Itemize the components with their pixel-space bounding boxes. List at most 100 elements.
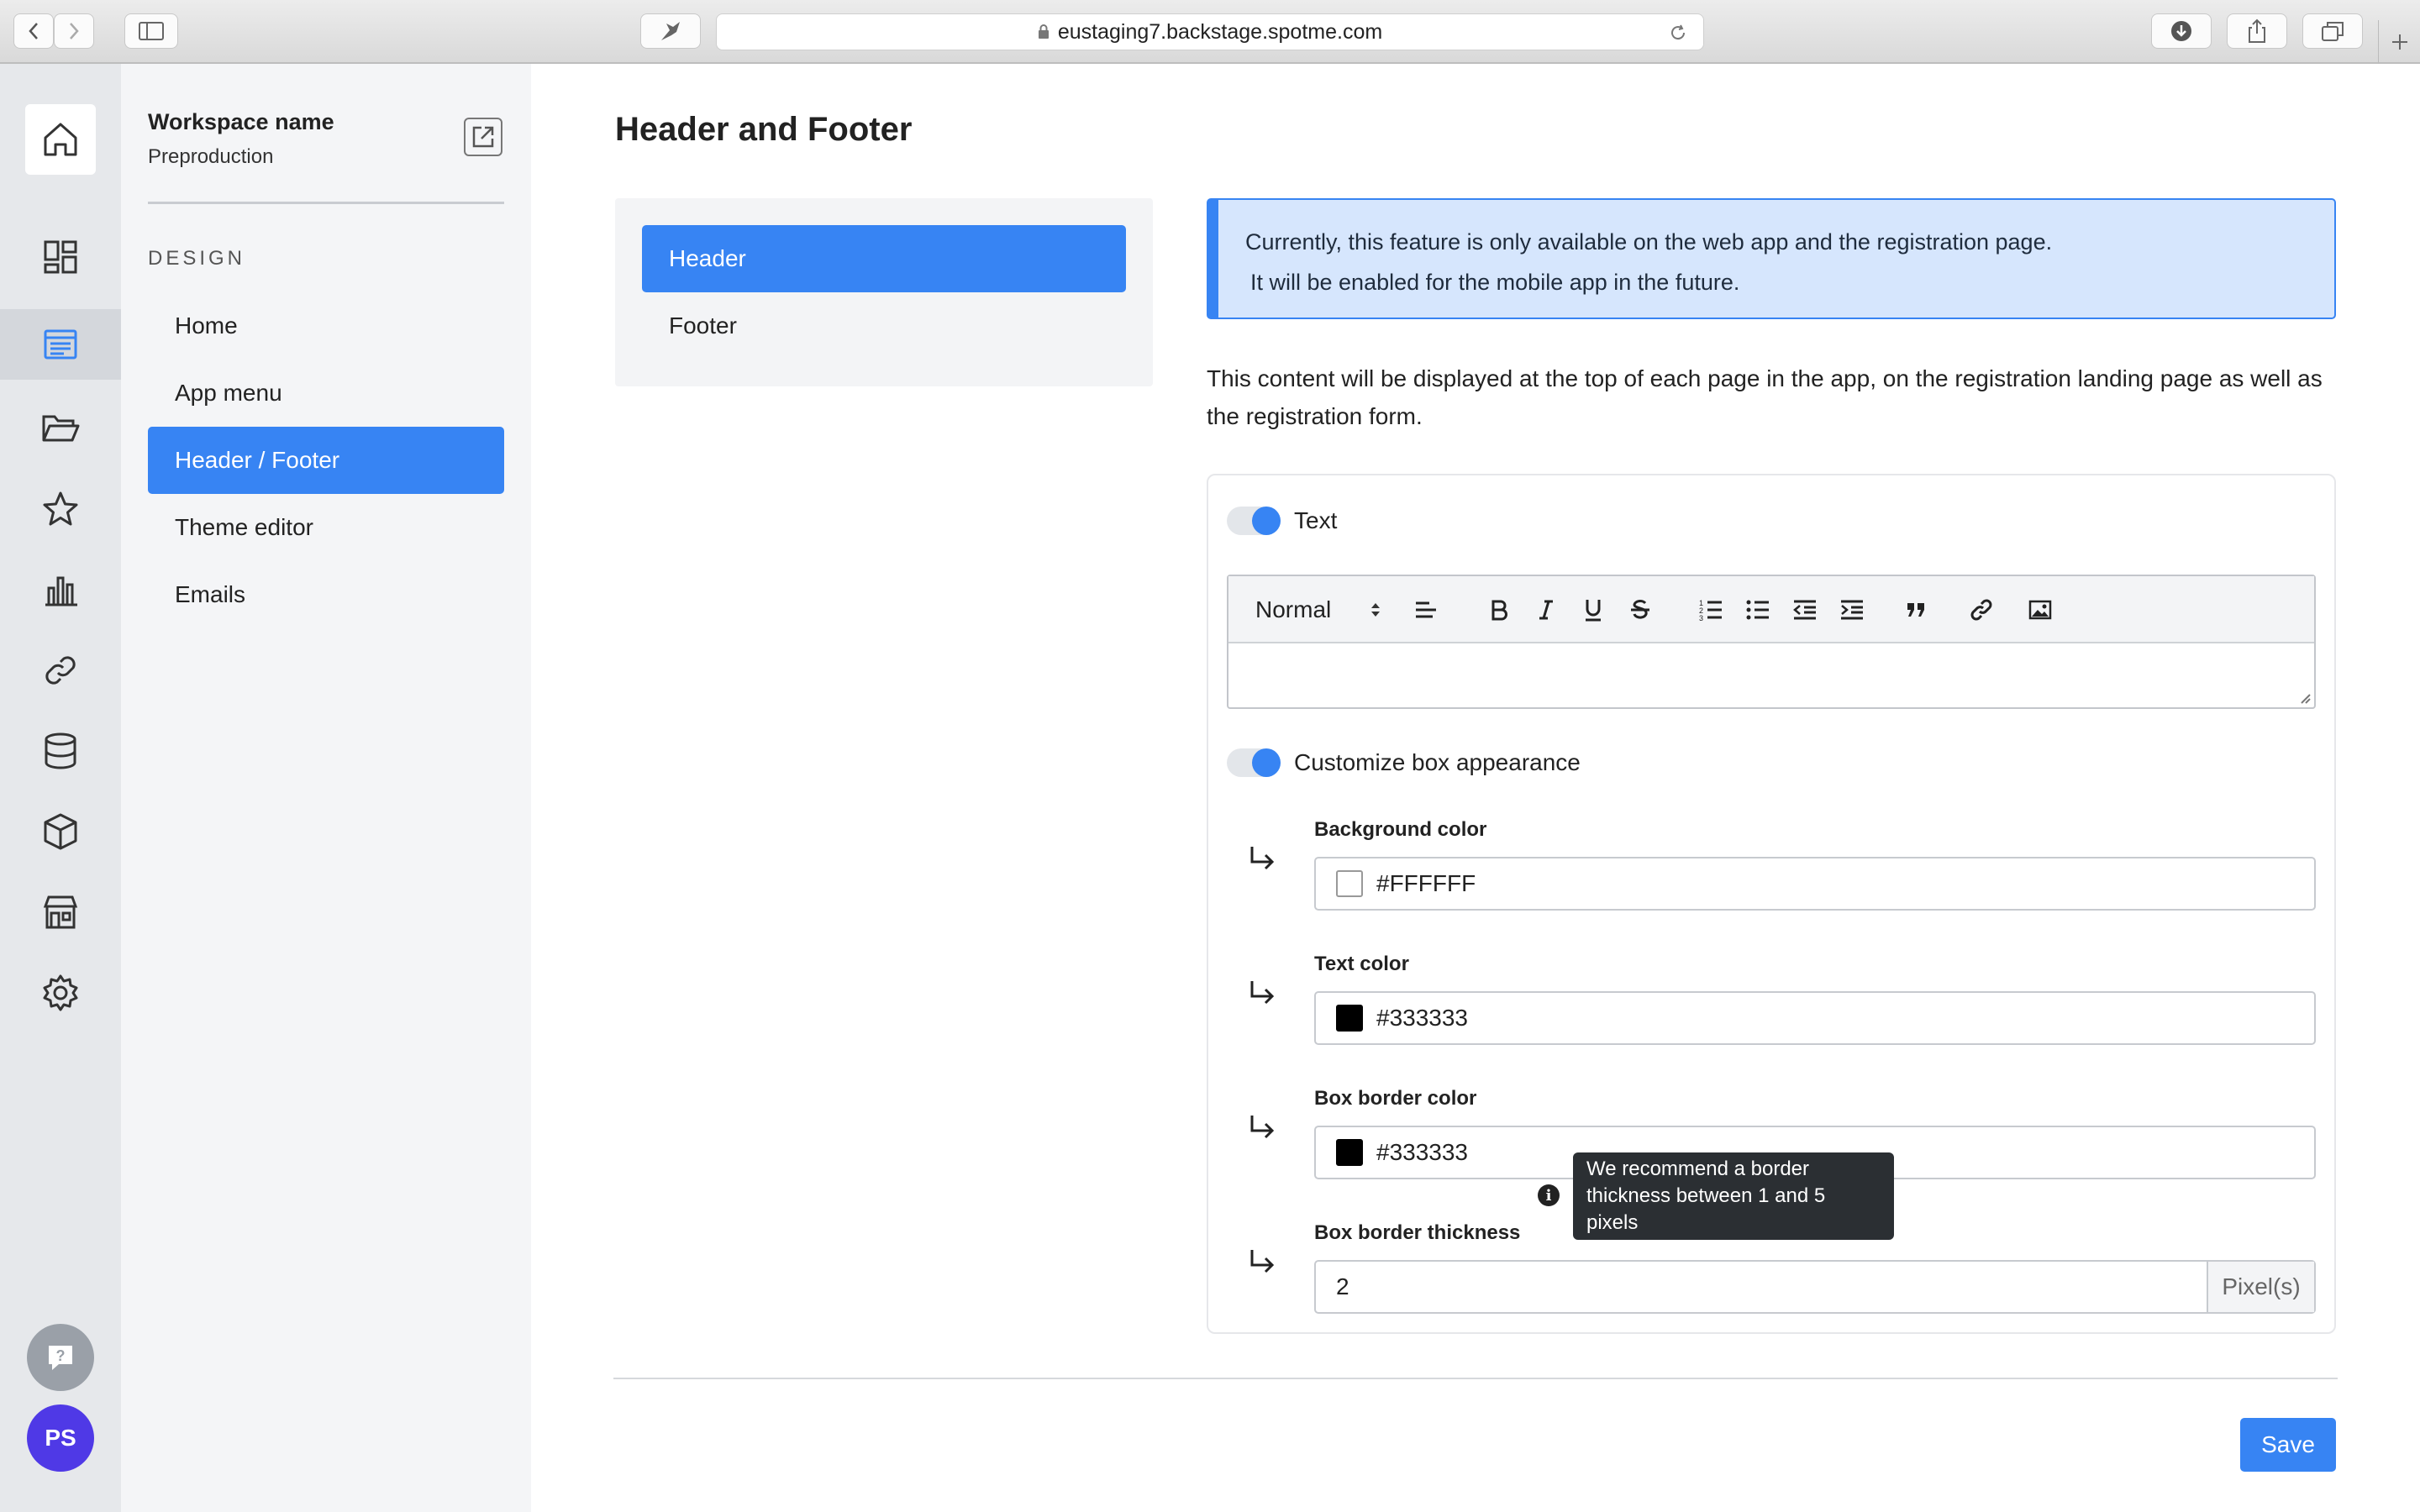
format-select-value: Normal	[1255, 596, 1332, 622]
rail-settings[interactable]	[25, 958, 96, 1028]
tab-header[interactable]: Header	[642, 225, 1126, 292]
downloads-button[interactable]	[2151, 13, 2212, 49]
outdent-button[interactable]	[1790, 593, 1820, 627]
image-button[interactable]	[2025, 593, 2055, 627]
arrow-turn-down-right-icon	[1250, 1116, 1275, 1139]
url-text: eustaging7.backstage.spotme.com	[1057, 19, 1383, 44]
rich-text-editor: Normal 123	[1227, 575, 2316, 709]
rail-home[interactable]	[25, 104, 96, 175]
align-left-icon	[1416, 601, 1436, 618]
arrow-turn-down-right-icon	[1250, 981, 1275, 1005]
link-button[interactable]	[1966, 593, 1996, 627]
image-icon	[2028, 600, 2052, 620]
sidebar-item-header-footer[interactable]: Header / Footer	[148, 427, 504, 494]
rail-store[interactable]	[25, 877, 96, 948]
customize-toggle[interactable]	[1227, 748, 1281, 777]
indent-arrow-icon	[1247, 843, 1277, 882]
color-swatch[interactable]	[1336, 1139, 1363, 1166]
underline-button[interactable]	[1578, 593, 1608, 627]
color-swatch[interactable]	[1336, 870, 1363, 897]
rail-dashboard[interactable]	[25, 222, 96, 292]
reload-icon[interactable]	[1668, 23, 1688, 43]
ordered-list-icon: 123	[1699, 599, 1722, 622]
bullet-list-icon	[1746, 600, 1769, 620]
sidebar-item-emails[interactable]: Emails	[148, 561, 504, 628]
ordered-list-button[interactable]: 123	[1696, 593, 1726, 627]
rail-database[interactable]	[25, 716, 96, 786]
description: This content will be displayed at the to…	[1207, 365, 2323, 429]
blockquote-button[interactable]	[1901, 593, 1931, 627]
external-link-icon	[472, 126, 494, 148]
help-button[interactable]: ?	[27, 1324, 94, 1391]
tab-footer[interactable]: Footer	[642, 292, 1126, 360]
star-icon	[43, 491, 78, 526]
avatar[interactable]: PS	[27, 1404, 94, 1472]
quote-icon	[1907, 603, 1924, 617]
open-external-button[interactable]	[464, 118, 502, 156]
bird-icon	[661, 22, 680, 40]
address-bar[interactable]: eustaging7.backstage.spotme.com	[716, 13, 1704, 50]
sidebar-item-home[interactable]: Home	[148, 292, 504, 360]
dashboard-icon	[44, 240, 77, 274]
tabs-button[interactable]	[2302, 13, 2363, 49]
text-toggle-label: Text	[1294, 507, 1338, 533]
folder-icon	[42, 415, 80, 442]
sidebar-item-theme-editor[interactable]: Theme editor	[148, 494, 504, 561]
new-tab-button[interactable]	[2378, 20, 2420, 64]
border-thickness-label: Box border thickness	[1314, 1221, 1521, 1244]
lock-icon	[1038, 24, 1049, 39]
sidebar-toggle-button[interactable]	[124, 13, 178, 49]
rail-favorites[interactable]	[25, 474, 96, 544]
border-color-label: Box border color	[1314, 1087, 1477, 1110]
page-title: Header and Footer	[615, 111, 913, 148]
customize-toggle-label: Customize box appearance	[1294, 749, 1581, 775]
rail-design[interactable]	[25, 309, 96, 380]
bold-button[interactable]	[1484, 593, 1514, 627]
rail-links[interactable]	[25, 635, 96, 706]
indent-arrow-icon	[1247, 1247, 1277, 1285]
sidebar-item-app-menu[interactable]: App menu	[148, 360, 504, 427]
rail-analytics[interactable]	[25, 554, 96, 625]
color-swatch[interactable]	[1336, 1005, 1363, 1032]
icon-rail: ? PS	[0, 64, 121, 1512]
plus-icon	[2391, 34, 2407, 50]
bold-icon	[1491, 600, 1507, 621]
subnav: Header Footer	[615, 198, 1153, 386]
strikethrough-icon	[1631, 600, 1649, 619]
link-icon	[45, 656, 76, 685]
link-icon	[1970, 599, 1992, 621]
info-icon[interactable]: i	[1538, 1184, 1560, 1206]
share-button[interactable]	[2227, 13, 2287, 49]
background-color-label: Background color	[1314, 818, 1487, 841]
underline-icon	[1586, 600, 1601, 622]
italic-icon	[1539, 600, 1553, 620]
border-thickness-value: 2	[1336, 1273, 1349, 1299]
indent-button[interactable]	[1837, 593, 1867, 627]
text-color-input[interactable]: #333333	[1314, 991, 2316, 1045]
background-color-input[interactable]: #FFFFFF	[1314, 857, 2316, 911]
sidebar	[121, 64, 531, 1512]
bullet-list-button[interactable]	[1743, 593, 1773, 627]
resize-handle-icon[interactable]	[2297, 690, 2311, 704]
italic-button[interactable]	[1531, 593, 1561, 627]
border-thickness-input[interactable]: 2 Pixel(s)	[1314, 1260, 2316, 1314]
back-button[interactable]	[13, 13, 54, 49]
strikethrough-button[interactable]	[1625, 593, 1655, 627]
alert-line-1: Currently, this feature is only availabl…	[1245, 229, 2053, 255]
save-button[interactable]: Save	[2240, 1418, 2336, 1472]
extension-button[interactable]	[640, 13, 701, 49]
align-button[interactable]	[1412, 593, 1440, 627]
rail-folder[interactable]	[25, 393, 96, 464]
browser-toolbar: eustaging7.backstage.spotme.com	[0, 0, 2420, 64]
toggle-knob	[1252, 507, 1281, 535]
text-toggle[interactable]	[1227, 507, 1281, 535]
format-select[interactable]: Normal	[1255, 593, 1381, 627]
editor-content-area[interactable]	[1228, 643, 2314, 707]
chevron-right-icon	[70, 23, 79, 39]
editor-toolbar: Normal 123	[1228, 576, 2314, 643]
rail-packages[interactable]	[25, 796, 96, 867]
home-icon	[44, 123, 77, 156]
text-color-value: #333333	[1376, 1005, 1469, 1031]
chevron-left-icon	[29, 23, 38, 39]
forward-button[interactable]	[54, 13, 94, 49]
